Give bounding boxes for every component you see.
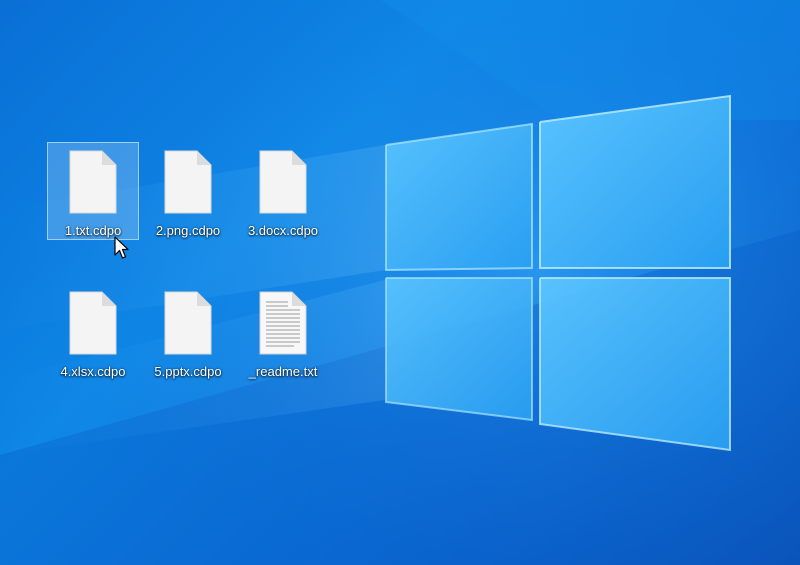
- icon-label: _readme.txt: [248, 364, 318, 379]
- desktop-icon-readme-txt[interactable]: _readme.txt: [237, 283, 329, 381]
- icon-label: 2.png.cdpo: [155, 223, 221, 238]
- blank-file-icon: [164, 291, 212, 355]
- blank-file-icon: [69, 150, 117, 214]
- desktop-icon-4-xlsx-cdpo[interactable]: 4.xlsx.cdpo: [47, 283, 139, 381]
- desktop-icon-1-txt-cdpo[interactable]: 1.txt.cdpo: [47, 142, 139, 240]
- text-document-icon: [259, 291, 307, 355]
- desktop[interactable]: 1.txt.cdpo 2.png.cdpo 3.docx.cdpo 4.xlsx…: [0, 0, 800, 565]
- desktop-icon-2-png-cdpo[interactable]: 2.png.cdpo: [142, 142, 234, 240]
- icon-label: 3.docx.cdpo: [247, 223, 319, 238]
- blank-file-icon: [259, 150, 307, 214]
- desktop-icon-5-pptx-cdpo[interactable]: 5.pptx.cdpo: [142, 283, 234, 381]
- icon-label: 4.xlsx.cdpo: [60, 364, 126, 379]
- blank-file-icon: [69, 291, 117, 355]
- mouse-pointer-icon: [114, 236, 129, 259]
- blank-file-icon: [164, 150, 212, 214]
- icon-label: 5.pptx.cdpo: [154, 364, 222, 379]
- desktop-icon-3-docx-cdpo[interactable]: 3.docx.cdpo: [237, 142, 329, 240]
